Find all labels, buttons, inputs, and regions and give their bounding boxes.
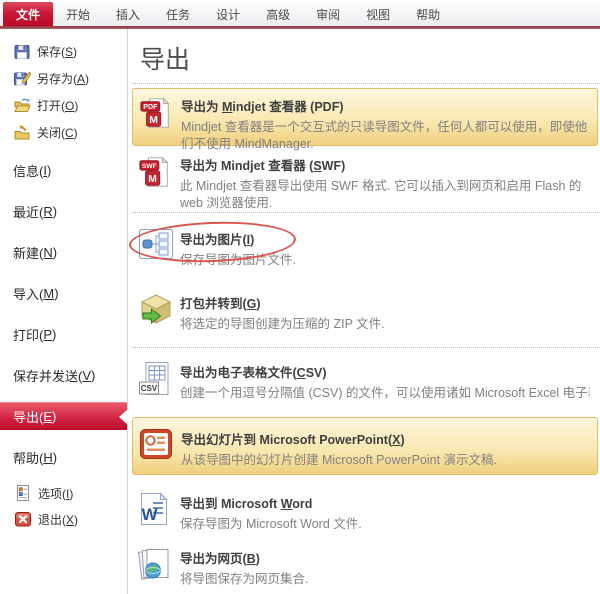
sidebar-item-label: 另存为(A)	[37, 72, 90, 86]
export-item-title: 导出为 Mindjet 查看器 (PDF)	[181, 100, 344, 114]
csv-spreadsheet-icon: CSV	[138, 360, 180, 402]
save-as-icon	[13, 70, 31, 88]
options-icon	[14, 484, 32, 502]
sidebar-item-export-selected[interactable]: 导出(E)	[0, 402, 128, 430]
exit-icon	[14, 510, 32, 528]
sidebar-item-label: 打开(O)	[37, 99, 79, 113]
export-item-title: 导出到 Microsoft Word	[180, 497, 313, 511]
tab-view[interactable]: 视图	[353, 0, 403, 26]
sidebar-item-close[interactable]: 关闭(C)	[0, 119, 127, 146]
sidebar-item-save-and-send[interactable]: 保存并发送(V)	[0, 355, 127, 396]
close-folder-icon	[13, 124, 31, 142]
save-icon	[13, 43, 31, 61]
export-item-csv[interactable]: CSV 导出为电子表格文件(CSV) 创建一个用逗号分隔值 (CSV) 的文件，…	[132, 355, 598, 407]
sidebar-item-print[interactable]: 打印(P)	[0, 314, 127, 355]
tab-insert[interactable]: 插入	[103, 0, 153, 26]
export-item-powerpoint[interactable]: 导出幻灯片到 Microsoft PowerPoint(X) 从该导图中的幻灯片…	[132, 417, 598, 475]
sidebar-item-label: 退出(X)	[38, 512, 79, 527]
export-item-title: 导出幻灯片到 Microsoft PowerPoint(X)	[181, 433, 405, 447]
pack-and-go-icon	[138, 291, 180, 333]
export-item-image[interactable]: 导出为图片(I) 保存导图为图片文件.	[132, 222, 598, 274]
sidebar-item-open[interactable]: 打开(O)	[0, 92, 127, 119]
svg-text:W: W	[142, 505, 159, 524]
svg-text:M: M	[148, 174, 157, 185]
dotted-separator	[132, 347, 600, 348]
sidebar-item-label: 保存(S)	[37, 45, 78, 59]
export-item-description: 保存导图为图片文件.	[180, 253, 296, 267]
sidebar-item-options[interactable]: 选项(I)	[0, 480, 127, 506]
mindjet-pdf-viewer-icon: PDF M	[139, 94, 181, 140]
page-title: 导出	[140, 46, 191, 74]
export-item-description: 从该导图中的幻灯片创建 Microsoft PowerPoint 演示文稿.	[181, 453, 498, 467]
export-item-mindjet-viewer-pdf[interactable]: PDF M 导出为 Mindjet 查看器 (PDF) Mindjet 查看器是一…	[132, 88, 598, 151]
export-item-title: 导出为电子表格文件(CSV)	[180, 366, 327, 380]
export-item-title: 导出为图片(I)	[180, 233, 255, 247]
sidebar-item-save-as[interactable]: 另存为(A)	[0, 65, 127, 92]
svg-text:PDF: PDF	[143, 103, 158, 111]
tab-help[interactable]: 帮助	[403, 0, 453, 26]
export-item-mindjet-viewer-swf[interactable]: SWF M 导出为 Mindjet 查看器 (SWF) 此 Mindjet 查看器…	[132, 148, 598, 216]
export-item-description: 将选定的导图创建为压缩的 ZIP 文件.	[180, 317, 385, 331]
sidebar-item-save[interactable]: 保存(S)	[0, 38, 127, 65]
mindjet-swf-viewer-icon: SWF M	[138, 153, 180, 211]
export-item-description: 创建一个用逗号分隔值 (CSV) 的文件，可以使用诸如 Microsoft Ex…	[180, 386, 590, 400]
tab-task[interactable]: 任务	[153, 0, 203, 26]
mindmanager-backstage-window: 文件 开始 插入 任务 设计 高级 审阅 视图 帮助 保存(S) 另存为(A)	[0, 0, 600, 594]
tab-advanced[interactable]: 高级	[253, 0, 303, 26]
dotted-separator	[132, 212, 600, 213]
svg-text:SWF: SWF	[142, 163, 157, 170]
export-item-title: 导出为 Mindjet 查看器 (SWF)	[180, 159, 346, 173]
word-icon: W	[138, 491, 180, 533]
sidebar-item-import[interactable]: 导入(M)	[0, 273, 127, 314]
export-item-description: 保存导图为 Microsoft Word 文件.	[180, 517, 362, 531]
svg-text:CSV: CSV	[141, 384, 158, 393]
export-item-description: 此 Mindjet 查看器导出使用 SWF 格式. 它可以插入到网页和启用 Fl…	[180, 179, 582, 210]
tab-file[interactable]: 文件	[3, 2, 54, 26]
export-item-title: 打包并转到(G)	[180, 297, 261, 311]
export-panel: 导出 PDF M 导出为 Mindjet 查看器 (PDF) Mindjet 查看…	[128, 29, 600, 594]
export-item-webpage[interactable]: 导出为网页(B) 将导图保存为网页集合.	[132, 541, 598, 593]
export-item-pack-and-go[interactable]: 打包并转到(G) 将选定的导图创建为压缩的 ZIP 文件.	[132, 286, 598, 338]
sidebar-item-info[interactable]: 信息(I)	[0, 150, 127, 191]
tab-design[interactable]: 设计	[203, 0, 253, 26]
sidebar-item-new[interactable]: 新建(N)	[0, 232, 127, 273]
export-item-title: 导出为网页(B)	[180, 552, 260, 566]
sidebar-item-recent[interactable]: 最近(R)	[0, 191, 127, 232]
tab-home[interactable]: 开始	[53, 0, 103, 26]
sidebar-item-help[interactable]: 帮助(H)	[0, 437, 127, 478]
dotted-separator	[132, 83, 600, 84]
open-folder-icon	[13, 97, 31, 115]
webpage-icon	[138, 546, 180, 588]
powerpoint-icon	[139, 427, 181, 469]
sidebar-item-exit[interactable]: 退出(X)	[0, 506, 127, 532]
svg-text:M: M	[149, 115, 158, 126]
ribbon-tab-bar: 文件 开始 插入 任务 设计 高级 审阅 视图 帮助	[0, 0, 600, 26]
tab-review[interactable]: 审阅	[303, 0, 353, 26]
backstage-sidebar: 保存(S) 另存为(A) 打开(O) 关闭(C) 信息(I) 最近(R) …	[0, 29, 128, 594]
export-image-icon	[138, 227, 180, 269]
sidebar-item-label: 选项(I)	[38, 486, 74, 501]
sidebar-item-label: 关闭(C)	[37, 126, 78, 140]
export-item-description: 将导图保存为网页集合.	[180, 572, 309, 586]
export-item-word[interactable]: W 导出到 Microsoft Word 保存导图为 Microsoft Wor…	[132, 486, 598, 538]
selected-item-arrow-notch	[119, 408, 128, 425]
